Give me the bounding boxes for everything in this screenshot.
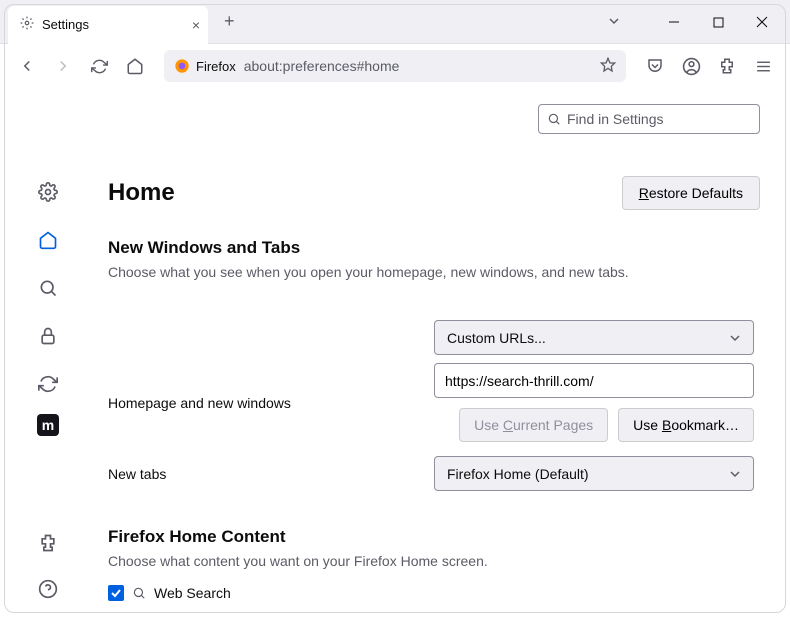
newtabs-label: New tabs [108,466,434,482]
use-current-pages-button[interactable]: Use Current Pages [459,408,608,442]
maximize-button[interactable] [696,0,740,44]
restore-defaults-button[interactable]: RRestore Defaultsestore Defaults [622,176,760,210]
bookmark-star-icon[interactable] [600,57,616,76]
url-bar[interactable]: Firefox about:preferences#home [164,50,626,82]
sidebar-help[interactable] [30,571,66,607]
web-search-label: Web Search [154,585,231,601]
back-button[interactable] [12,51,42,81]
settings-sidebar: m [0,88,96,617]
find-settings-input[interactable]: Find in Settings [538,104,760,134]
account-icon[interactable] [676,51,706,81]
homepage-url-input[interactable] [434,363,754,398]
menu-icon[interactable] [748,51,778,81]
browser-tab[interactable]: Settings × [8,6,208,44]
search-icon [547,112,561,126]
section-new-windows-title: New Windows and Tabs [108,238,760,258]
nav-toolbar: Firefox about:preferences#home [0,44,790,88]
firefox-badge: Firefox [174,58,236,74]
sidebar-general[interactable] [30,174,66,210]
tab-title: Settings [42,17,89,32]
close-tab-icon[interactable]: × [192,17,200,33]
section-home-content-desc: Choose what content you want on your Fir… [108,553,760,569]
sidebar-sync[interactable] [30,366,66,402]
newtabs-select[interactable]: Firefox Home (Default) [434,456,754,491]
content-area: m Find in Settings Home RRestore Default… [0,88,790,617]
section-home-content-title: Firefox Home Content [108,527,760,547]
main-panel: Find in Settings Home RRestore Defaultse… [96,88,790,617]
sidebar-more[interactable]: m [37,414,59,436]
use-bookmark-button[interactable]: Use Bookmark… [618,408,754,442]
search-icon [132,586,146,600]
chevron-down-icon [729,332,741,344]
sidebar-home[interactable] [30,222,66,258]
gear-icon [20,16,34,33]
tabs-dropdown-icon[interactable] [608,14,620,32]
pocket-icon[interactable] [640,51,670,81]
section-new-windows-desc: Choose what you see when you open your h… [108,264,760,280]
window-controls [652,0,784,44]
homepage-mode-select[interactable]: Custom URLs... [434,320,754,355]
reload-button[interactable] [84,51,114,81]
extensions-icon[interactable] [712,51,742,81]
sidebar-privacy[interactable] [30,318,66,354]
address-text: about:preferences#home [244,58,592,74]
sidebar-search[interactable] [30,270,66,306]
new-tab-button[interactable]: + [216,7,243,36]
web-search-checkbox[interactable] [108,585,124,601]
chevron-down-icon [729,468,741,480]
close-window-button[interactable] [740,0,784,44]
forward-button[interactable] [48,51,78,81]
homepage-label: Homepage and new windows [108,395,434,411]
page-title: Home [108,179,175,207]
titlebar: Settings × + [0,0,790,44]
minimize-button[interactable] [652,0,696,44]
home-button-toolbar[interactable] [120,51,150,81]
sidebar-extensions[interactable] [30,525,66,561]
